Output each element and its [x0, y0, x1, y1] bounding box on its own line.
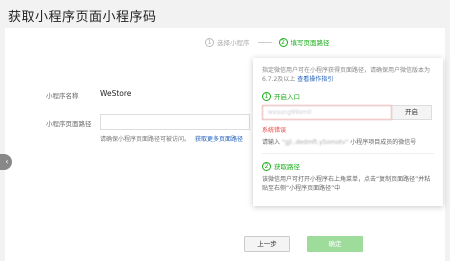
collapse-tab[interactable]: ‹: [0, 154, 12, 170]
popover-divider: [262, 153, 434, 154]
section-2-title: 获取路径: [274, 163, 300, 171]
section-2-number: 2: [262, 161, 271, 171]
step-divider: [257, 41, 272, 43]
step-2: 2 填写页面路径: [278, 37, 330, 47]
prev-step-button[interactable]: 上一步: [244, 236, 290, 252]
instruction-prefix: 请输入: [262, 139, 281, 146]
step-2-label: 填写页面路径: [290, 39, 330, 47]
page-title: 获取小程序页面小程序码: [8, 10, 157, 25]
popover-intro: 指定微信用户可在小程序获得页面路径，请确保用户微信版本为6.7.2及以上 查看操…: [262, 66, 434, 84]
open-button[interactable]: 开启: [392, 105, 432, 120]
entry-row: wxsung99sm0 开启: [262, 105, 434, 120]
steps: 1 选择小程序 2 填写页面路径: [205, 37, 330, 47]
section-1-title: 开启入口: [274, 93, 300, 101]
section-get-path: 2 获取路径: [262, 161, 434, 171]
step-1-number: 1: [205, 37, 214, 47]
page-path-label: 小程序页面路径: [46, 120, 92, 128]
app-name-label: 小程序名称: [46, 92, 79, 100]
section-2-text: 该微信用户可打开小程序右上角菜单，点击“复制页面路径”并粘贴至右侧“小程序页面路…: [262, 176, 431, 192]
instruction-suffix: 小程序项目成员的微信号: [350, 139, 417, 146]
page-path-hint: 请确保小程序页面路径可被访问。 获取更多页面路径: [100, 134, 243, 143]
step-1-label: 选择小程序: [217, 39, 250, 47]
step-2-number: 2: [278, 37, 288, 47]
hint-text: 请确保小程序页面路径可被访问。: [100, 136, 191, 143]
input-instruction: 请输入 "gjl..dedmft.y5omotv" 小程序项目成员的微信号: [262, 138, 434, 147]
confirm-button[interactable]: 确定: [307, 236, 363, 252]
popover-intro-text: 指定微信用户可在小程序获得页面路径，请确保用户微信版本为6.7.2及以上: [262, 67, 431, 83]
more-paths-link[interactable]: 获取更多页面路径: [195, 136, 243, 143]
instruction-appid: "gjl..dedmft.y5omotv": [281, 139, 349, 146]
page-path-input[interactable]: [100, 114, 250, 130]
wechat-id-input[interactable]: wxsung99sm0: [262, 105, 392, 120]
section-1-number: 1: [262, 91, 271, 101]
chevron-left-icon: ‹: [5, 157, 9, 166]
guide-link[interactable]: 查看操作指引: [297, 76, 333, 83]
enable-entry-popover: 指定微信用户可在小程序获得页面路径，请确保用户微信版本为6.7.2及以上 查看操…: [253, 58, 443, 206]
error-message: 系统错误: [262, 127, 287, 134]
step-1: 1 选择小程序: [205, 37, 250, 47]
app-name-value: WeStore: [100, 89, 132, 98]
section-enable-entry: 1 开启入口: [262, 91, 434, 101]
